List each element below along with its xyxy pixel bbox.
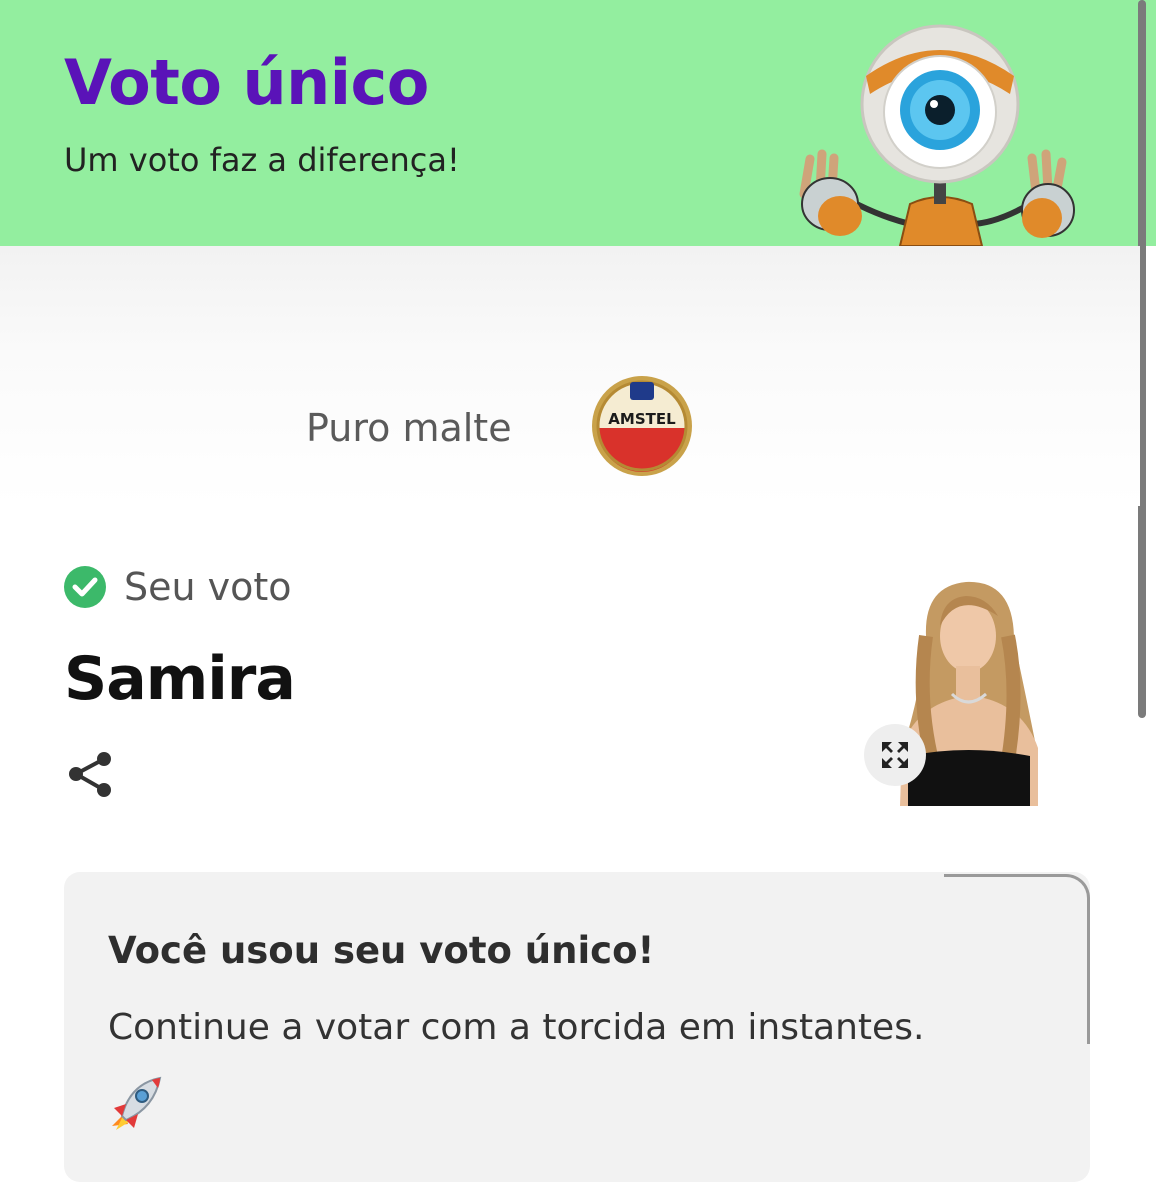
check-circle-icon — [64, 566, 106, 608]
vote-label: Seu voto — [124, 565, 292, 609]
card-decoration — [944, 874, 1090, 1044]
card-text: Continue a votar com a torcida em instan… — [108, 1007, 925, 1048]
header-banner: Voto único Um voto faz a diferença! — [0, 0, 1156, 246]
page-title: Voto único — [64, 46, 429, 119]
eye-mascot-icon — [799, 24, 1075, 246]
sponsor-text: Puro malte — [306, 406, 512, 450]
page-subtitle: Um voto faz a diferença! — [64, 141, 460, 179]
card-title: Você usou seu voto único! — [108, 929, 655, 972]
expand-icon — [882, 742, 908, 768]
expand-photo-button[interactable] — [864, 724, 926, 786]
sponsor-banner — [0, 246, 1140, 506]
amstel-logo-icon: AMSTEL — [592, 376, 692, 476]
candidate-name: Samira — [64, 644, 296, 714]
amstel-logo-text: AMSTEL — [608, 410, 676, 428]
share-icon[interactable] — [66, 750, 116, 800]
rocket-icon — [112, 1076, 162, 1130]
